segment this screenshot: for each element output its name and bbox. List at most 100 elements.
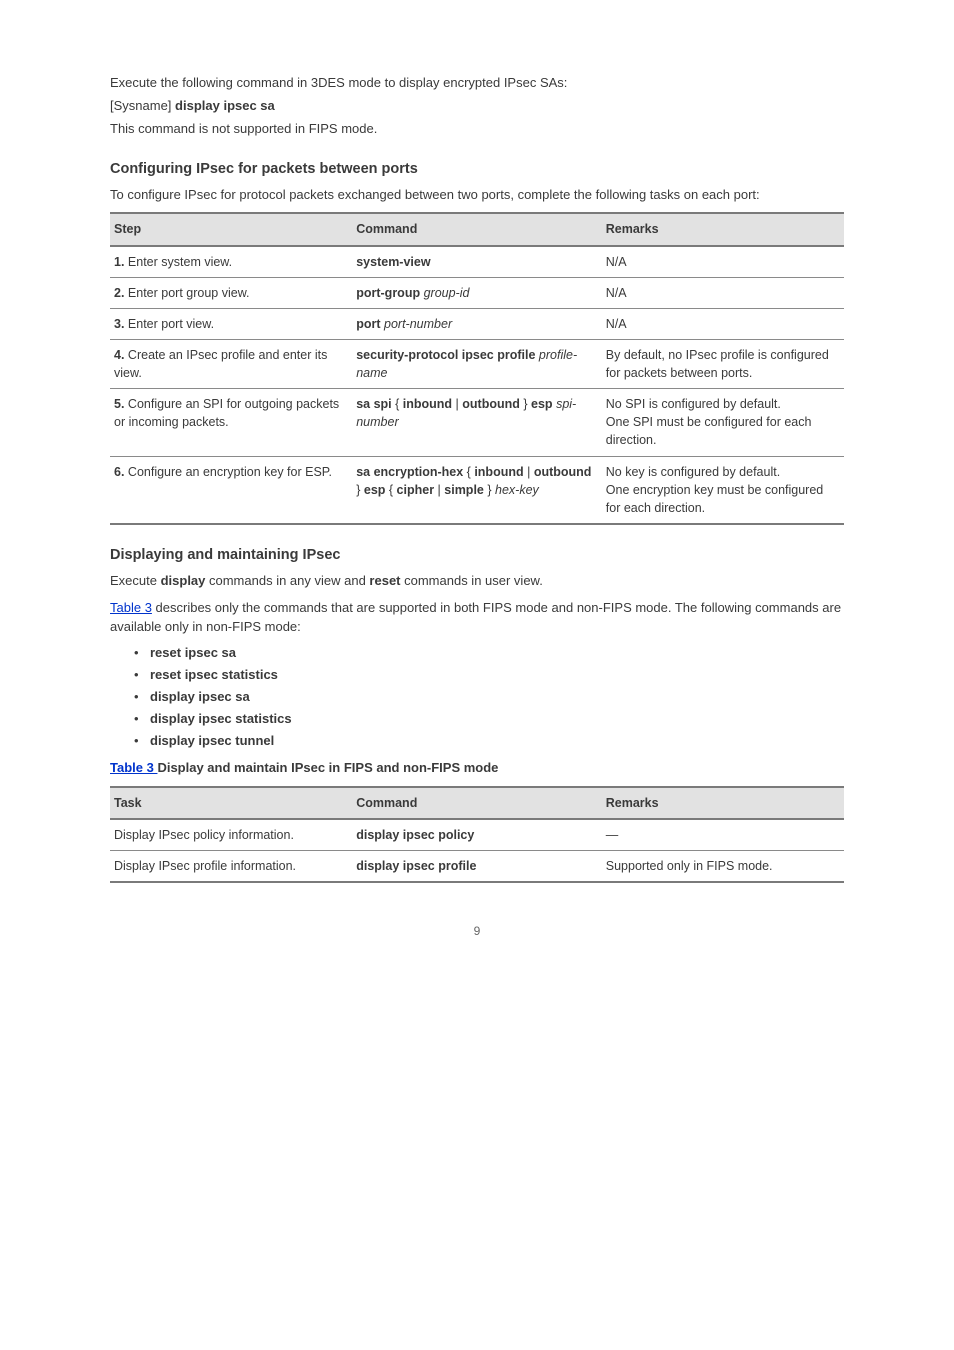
- intro-paragraph-2: [Sysname] display ipsec sa: [110, 97, 844, 116]
- command-arg: hex-key: [495, 483, 539, 497]
- syntax-pipe: |: [452, 397, 462, 411]
- table-label: Table 3: [110, 760, 157, 775]
- table-caption: Table 3 Display and maintain IPsec in FI…: [110, 759, 844, 778]
- remarks-line: No SPI is configured by default.: [606, 395, 836, 413]
- table-row: Display IPsec policy information. displa…: [110, 819, 844, 851]
- task-cell: Display IPsec policy information.: [110, 819, 352, 851]
- prompt-text: [Sysname]: [110, 98, 171, 113]
- remarks-cell: By default, no IPsec profile is configur…: [602, 339, 844, 388]
- command-option: esp: [531, 397, 553, 411]
- command-text: display ipsec profile: [356, 859, 476, 873]
- command-cell: port port-number: [352, 308, 602, 339]
- table-row: 1. Enter system view. system-view N/A: [110, 246, 844, 278]
- step-text: Create an IPsec profile and enter its vi…: [114, 348, 327, 380]
- command-inline: display: [161, 573, 206, 588]
- command-text: display ipsec policy: [356, 828, 474, 842]
- col-header-task: Task: [110, 787, 352, 819]
- step-number: 2.: [114, 286, 124, 300]
- table-3-link[interactable]: Table 3: [110, 760, 157, 775]
- intro-paragraph-3: This command is not supported in FIPS mo…: [110, 120, 844, 139]
- command-cell: system-view: [352, 246, 602, 278]
- remarks-line: No key is configured by default.: [606, 463, 836, 481]
- step-text: Configure an encryption key for ESP.: [128, 465, 332, 479]
- step-cell: 6. Configure an encryption key for ESP.: [110, 456, 352, 524]
- col-header-remarks: Remarks: [602, 213, 844, 245]
- command-cell: display ipsec profile: [352, 850, 602, 882]
- command-cell: sa spi { inbound | outbound } esp spi-nu…: [352, 389, 602, 456]
- configuration-steps-table: Step Command Remarks 1. Enter system vie…: [110, 212, 844, 525]
- list-item: •reset ipsec statistics: [134, 666, 844, 685]
- bullet-command: reset ipsec sa: [150, 644, 236, 663]
- bullet-command: display ipsec tunnel: [150, 732, 274, 751]
- section-heading-configuring-ipsec: Configuring IPsec for packets between po…: [110, 159, 844, 180]
- remarks-line: One encryption key must be configured fo…: [606, 481, 836, 517]
- bullet-command: display ipsec sa: [150, 688, 250, 707]
- section-heading-displaying-ipsec: Displaying and maintaining IPsec: [110, 545, 844, 566]
- command-text: system-view: [356, 255, 430, 269]
- remarks-cell: N/A: [602, 277, 844, 308]
- bullet-icon: •: [134, 666, 150, 685]
- section2-list-lead: Table 3 describes only the commands that…: [110, 599, 844, 637]
- step-cell: 4. Create an IPsec profile and enter its…: [110, 339, 352, 388]
- table-reference-link[interactable]: Table 3: [110, 600, 152, 615]
- list-item: •reset ipsec sa: [134, 644, 844, 663]
- remarks-line: One SPI must be configured for each dire…: [606, 413, 836, 449]
- text-run: commands in user view.: [401, 573, 543, 588]
- section2-leadline: Execute display commands in any view and…: [110, 572, 844, 591]
- command-keyword: port-group: [356, 286, 420, 300]
- col-header-command: Command: [352, 787, 602, 819]
- col-header-command: Command: [352, 213, 602, 245]
- text-run: commands in any view and: [205, 573, 369, 588]
- remarks-cell: Supported only in FIPS mode.: [602, 850, 844, 882]
- command-cell: port-group group-id: [352, 277, 602, 308]
- text-run: describes only the commands that are sup…: [110, 600, 841, 634]
- bullet-command: reset ipsec statistics: [150, 666, 278, 685]
- command-keyword: port: [356, 317, 380, 331]
- command-option: outbound: [534, 465, 592, 479]
- list-item: •display ipsec statistics: [134, 710, 844, 729]
- command-cell: sa encryption-hex { inbound | outbound }…: [352, 456, 602, 524]
- step-number: 1.: [114, 255, 124, 269]
- list-item: •display ipsec sa: [134, 688, 844, 707]
- bullet-icon: •: [134, 688, 150, 707]
- remarks-cell: No key is configured by default. One enc…: [602, 456, 844, 524]
- syntax-pipe: |: [434, 483, 444, 497]
- remarks-cell: N/A: [602, 308, 844, 339]
- step-number: 4.: [114, 348, 124, 362]
- command-keyword: security-protocol ipsec profile: [356, 348, 535, 362]
- table-row: Display IPsec profile information. displ…: [110, 850, 844, 882]
- step-text: Enter system view.: [128, 255, 232, 269]
- command-arg: group-id: [424, 286, 470, 300]
- bullet-icon: •: [134, 710, 150, 729]
- step-number: 6.: [114, 465, 124, 479]
- section-body-1: To configure IPsec for protocol packets …: [110, 186, 844, 205]
- step-cell: 2. Enter port group view.: [110, 277, 352, 308]
- remarks-cell: —: [602, 819, 844, 851]
- page-number: 9: [110, 923, 844, 940]
- display-maintain-table: Task Command Remarks Display IPsec polic…: [110, 786, 844, 883]
- step-cell: 1. Enter system view.: [110, 246, 352, 278]
- col-header-remarks: Remarks: [602, 787, 844, 819]
- display-command: display ipsec sa: [175, 98, 275, 113]
- step-cell: 5. Configure an SPI for outgoing packets…: [110, 389, 352, 456]
- command-cell: display ipsec policy: [352, 819, 602, 851]
- command-arg: port-number: [384, 317, 452, 331]
- syntax-brace: {: [385, 483, 396, 497]
- step-number: 3.: [114, 317, 124, 331]
- table-row: 4. Create an IPsec profile and enter its…: [110, 339, 844, 388]
- remarks-cell: No SPI is configured by default. One SPI…: [602, 389, 844, 456]
- step-text: Enter port group view.: [128, 286, 250, 300]
- command-keyword: sa encryption-hex: [356, 465, 466, 479]
- bullet-icon: •: [134, 732, 150, 751]
- step-text: Enter port view.: [128, 317, 214, 331]
- table-row: 2. Enter port group view. port-group gro…: [110, 277, 844, 308]
- table-header-row: Task Command Remarks: [110, 787, 844, 819]
- command-keyword: sa spi: [356, 397, 391, 411]
- remarks-cell: N/A: [602, 246, 844, 278]
- table-row: 6. Configure an encryption key for ESP. …: [110, 456, 844, 524]
- syntax-brace: }: [520, 397, 531, 411]
- col-header-step: Step: [110, 213, 352, 245]
- command-option: inbound: [474, 465, 523, 479]
- intro-paragraph-1: Execute the following command in 3DES mo…: [110, 74, 844, 93]
- syntax-brace: {: [392, 397, 403, 411]
